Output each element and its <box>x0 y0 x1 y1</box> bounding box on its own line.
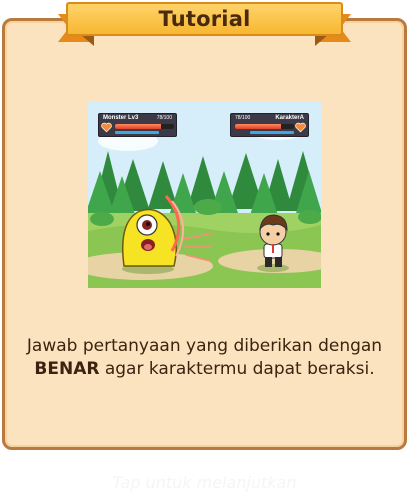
player-hp-bar <box>235 124 294 129</box>
title-banner: Tutorial <box>0 0 409 60</box>
tutorial-instruction: Jawab pertanyaan yang diberikan dengan B… <box>20 335 389 381</box>
instruction-text-end: agar karaktermu dapat beraksi. <box>99 359 375 379</box>
enemy-status-panel: Monster Lv3 78/100 <box>98 113 177 137</box>
enemy-hp-fill <box>115 124 162 129</box>
player-hp-text: 78/100 <box>235 115 251 121</box>
instruction-text-start: Jawab pertanyaan yang diberikan dengan <box>26 336 383 356</box>
page-title: Tutorial <box>158 7 251 31</box>
player-name: KarakterA <box>275 115 304 121</box>
enemy-name: Monster Lv3 <box>103 115 139 121</box>
heart-icon <box>295 122 306 133</box>
player-status-panel: KarakterA 78/100 <box>230 113 309 137</box>
title-ribbon: Tutorial <box>66 2 343 36</box>
game-scene-illustration: Monster Lv3 78/100 KarakterA 78/100 <box>88 101 321 288</box>
enemy-energy-bar <box>115 131 159 134</box>
instruction-emphasis: BENAR <box>34 359 100 379</box>
enemy-hp-text: 78/100 <box>156 115 172 121</box>
enemy-hp-bar <box>115 124 174 129</box>
heart-icon <box>101 122 112 133</box>
tap-to-continue-hint[interactable]: Tap untuk melanjutkan <box>0 473 409 492</box>
player-energy-bar <box>250 131 294 134</box>
player-hp-fill <box>235 124 282 129</box>
